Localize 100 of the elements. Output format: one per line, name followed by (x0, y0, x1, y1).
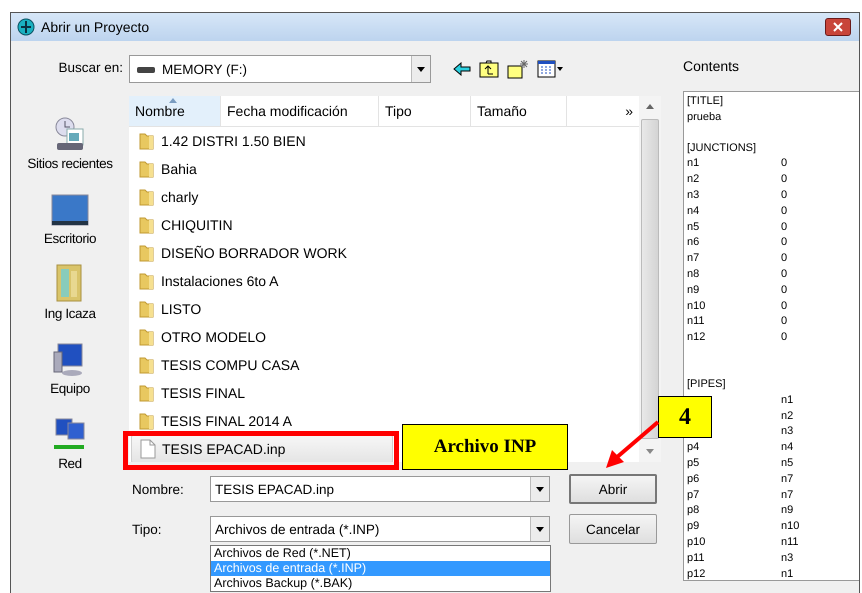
folder-icon (139, 356, 155, 374)
preview-text: p11 (687, 550, 706, 566)
folder-icon (139, 328, 155, 346)
dropdown-option[interactable]: Archivos de Red (*.NET) (211, 546, 550, 561)
preview-text: n5 (781, 456, 794, 471)
file-item[interactable]: LISTO (131, 295, 393, 323)
file-type-dropdown[interactable]: Archivos de entrada (*.INP) (210, 516, 550, 542)
folder-icon (139, 300, 155, 318)
preview-text: p6 (687, 472, 700, 487)
preview-text: n5 (687, 220, 700, 235)
preview-text: n12 (687, 330, 706, 346)
preview-text: n2 (781, 408, 794, 424)
column-header[interactable]: Tamaño (471, 96, 567, 126)
preview-text: p9 (687, 519, 700, 534)
pointer-arrow (604, 420, 660, 470)
preview-text: n7 (687, 251, 700, 266)
dropdown-arrow-icon (536, 486, 544, 492)
section-header: [TITLE] (687, 94, 724, 109)
preview-text: n1 (781, 566, 794, 580)
cancel-button[interactable]: Cancelar (569, 514, 657, 544)
preview-text: n9 (781, 503, 794, 518)
back-arrow-icon[interactable] (453, 62, 471, 76)
preview-text: n10 (781, 519, 800, 534)
section-header: [JUNCTIONS] (687, 140, 758, 156)
folder-icon (139, 160, 155, 178)
open-button[interactable]: Abrir (569, 474, 657, 504)
preview-text: p8 (687, 503, 700, 518)
folder-icon (139, 244, 155, 262)
file-item[interactable]: 1.42 DISTRI 1.50 BIEN (131, 127, 393, 155)
preview-text: p7 (687, 488, 700, 503)
file-name-label: Nombre: (131, 482, 185, 496)
document-icon (140, 439, 156, 459)
preview-text: 0 (781, 282, 788, 298)
close-button[interactable] (825, 18, 851, 36)
file-item[interactable]: DISEÑO BORRADOR WORK (131, 239, 393, 267)
preview-text: 0 (781, 314, 788, 330)
preview-text: n11 (687, 314, 706, 330)
place-label: Sitios recientes (27, 156, 113, 171)
step-badge: 4 (658, 396, 712, 438)
place-item[interactable]: Ing Icaza (44, 250, 96, 321)
place-label: Equipo (50, 381, 90, 396)
preview-text: n11 (781, 534, 799, 550)
contents-label: Contents (683, 57, 740, 76)
callout-label: Archivo INP (402, 424, 568, 470)
drive-icon (136, 64, 156, 74)
preview-text: n6 (687, 235, 700, 250)
place-item[interactable]: Escritorio (44, 175, 96, 246)
folder-up-icon[interactable] (479, 60, 499, 78)
place-item[interactable]: Equipo (50, 325, 90, 396)
preview-text: n9 (687, 282, 700, 298)
file-item[interactable]: TESIS COMPU CASA (131, 351, 393, 379)
preview-text: 0 (781, 188, 788, 203)
column-header[interactable]: Nombre (129, 96, 221, 126)
file-item[interactable]: TESIS FINAL (131, 379, 393, 407)
preview-text: n4 (687, 204, 700, 219)
preview-text: n3 (781, 550, 794, 566)
folder-icon (139, 412, 155, 430)
dropdown-option[interactable]: Archivos Backup (*.BAK) (211, 576, 550, 591)
folder-icon (139, 132, 155, 150)
dropdown-arrow-icon (417, 66, 425, 72)
preview-text: n3 (781, 424, 794, 440)
file-item[interactable]: TESIS FINAL 2014 A (131, 407, 393, 435)
file-item[interactable]: TESIS EPACAD.inp (131, 435, 393, 462)
preview-text: 0 (781, 204, 788, 219)
file-item[interactable]: Instalaciones 6to A (131, 267, 393, 295)
place-label: Escritorio (44, 231, 96, 246)
vertical-scrollbar[interactable] (639, 96, 661, 462)
file-item[interactable]: OTRO MODELO (131, 323, 393, 351)
preview-text: p5 (687, 456, 700, 471)
preview-text: n4 (781, 440, 794, 456)
look-in-dropdown[interactable]: MEMORY (F:) (129, 55, 431, 83)
preview-text: p12 (687, 566, 706, 580)
preview-text: prueba (687, 110, 722, 125)
place-label: Red (58, 456, 82, 471)
view-menu-icon[interactable] (537, 60, 563, 78)
file-item[interactable]: CHIQUITIN (131, 211, 393, 239)
new-folder-icon[interactable] (507, 58, 529, 78)
preview-text: n3 (687, 188, 700, 203)
preview-text: n1 (687, 156, 700, 172)
scroll-down-icon[interactable] (646, 449, 654, 454)
place-item[interactable]: Sitios recientes (27, 100, 113, 171)
scroll-up-icon[interactable] (646, 104, 654, 109)
file-item[interactable]: charly (131, 183, 393, 211)
file-item[interactable]: Bahia (131, 155, 393, 183)
dropdown-arrow-icon (536, 526, 544, 532)
file-name-field[interactable]: TESIS EPACAD.inp (210, 476, 550, 502)
folder-icon (139, 384, 155, 402)
column-header[interactable]: » (567, 96, 639, 126)
preview-text: 0 (781, 172, 788, 188)
desktop-icon (50, 194, 89, 228)
column-header[interactable]: Tipo (379, 96, 471, 126)
folder-icon (139, 272, 155, 290)
preview-text: p10 (687, 534, 706, 550)
place-item[interactable]: Red (52, 400, 88, 471)
preview-text: n10 (687, 298, 706, 314)
folder-icon (139, 188, 155, 206)
column-header[interactable]: Fecha modificación (221, 96, 379, 126)
preview-text: 0 (781, 266, 788, 282)
preview-text: 0 (781, 235, 788, 250)
preview-text: n7 (781, 488, 794, 503)
